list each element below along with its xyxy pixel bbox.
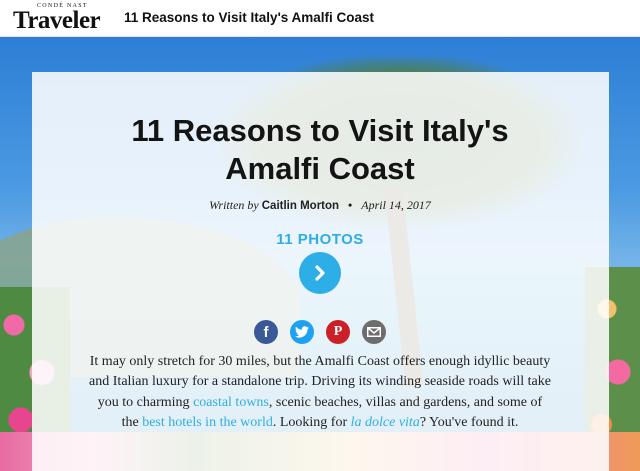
coastal-towns-link[interactable]: coastal towns — [193, 395, 269, 410]
author-link[interactable]: Caitlin Morton — [262, 200, 339, 212]
intro-text-3: . Looking for — [272, 414, 351, 430]
twitter-bird-icon — [295, 326, 309, 338]
share-bar: f P — [254, 320, 386, 344]
headline-line-2: Amalfi Coast — [225, 151, 415, 186]
chevron-right-icon — [315, 265, 325, 281]
byline-separator: • — [348, 198, 353, 212]
publish-date: April 14, 2017 — [361, 198, 431, 212]
facebook-icon: f — [263, 323, 269, 341]
envelope-icon — [367, 327, 381, 337]
twitter-share-button[interactable] — [290, 320, 314, 344]
byline: Written by Caitlin Morton • April 14, 20… — [0, 198, 640, 213]
intro-text-4: ? You've found it. — [419, 414, 519, 430]
photo-count-link[interactable]: 11 PHOTOS — [0, 231, 640, 248]
facebook-share-button[interactable]: f — [254, 320, 278, 344]
header-article-title: 11 Reasons to Visit Italy's Amalfi Coast — [124, 10, 375, 25]
pinterest-share-button[interactable]: P — [326, 320, 350, 344]
article-headline: 11 Reasons to Visit Italy's Amalfi Coast — [0, 112, 640, 188]
article-intro: It may only stretch for 30 miles, but th… — [88, 352, 552, 433]
site-header: CONDÉ NAST Traveler 11 Reasons to Visit … — [0, 0, 640, 37]
logo-wordmark: Traveler — [13, 7, 101, 34]
la-dolce-vita-link[interactable]: la dolce vita — [351, 415, 420, 430]
pinterest-icon: P — [333, 324, 343, 339]
email-share-button[interactable] — [362, 320, 386, 344]
byline-label: Written by — [209, 198, 259, 212]
headline-line-1: 11 Reasons to Visit Italy's — [131, 113, 509, 148]
next-photo-button[interactable] — [299, 252, 341, 294]
best-hotels-link[interactable]: best hotels in the world — [142, 415, 273, 430]
traveler-logo[interactable]: CONDÉ NAST Traveler — [13, 3, 107, 34]
